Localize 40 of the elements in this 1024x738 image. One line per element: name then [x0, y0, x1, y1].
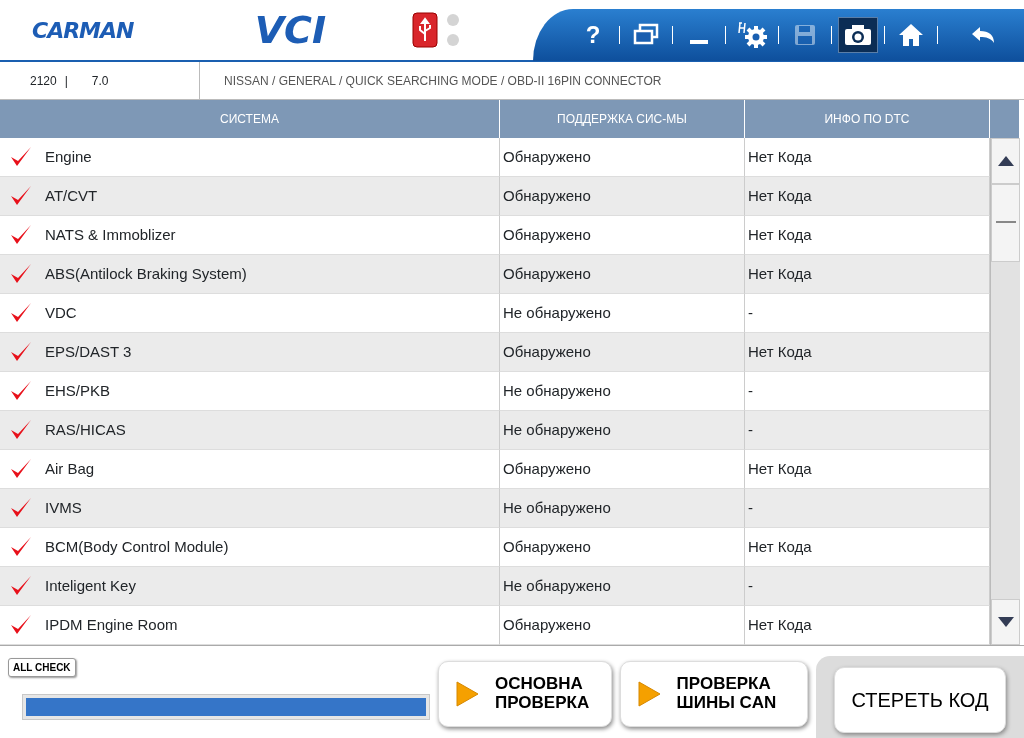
column-header: СИСТЕМА	[0, 100, 500, 138]
table-cell: Нет Кода	[745, 177, 990, 216]
column-header: ПОДДЕРЖКА СИС-МЫ	[500, 100, 745, 138]
table-cell: Не обнаружено	[500, 411, 745, 450]
all-check-button[interactable]: ALL CHECK	[8, 658, 76, 677]
system-name: EPS/DAST 3	[45, 341, 132, 362]
table-cell: Обнаружено	[500, 606, 745, 645]
logo: CARMAN	[32, 17, 135, 43]
system-name: EHS/PKB	[45, 380, 111, 401]
action-button[interactable]: ПРОВЕРКА ШИНЫ CAN	[619, 661, 808, 727]
table-cell: -	[745, 489, 990, 528]
table-cell: -	[745, 411, 990, 450]
separator-text: |	[64, 72, 68, 90]
table-cell: Обнаружено	[500, 255, 745, 294]
system-name: RAS/HICAS	[45, 419, 126, 440]
system-name: Inteligent Key	[45, 575, 136, 596]
system-name: IVMS	[45, 497, 82, 518]
table-cell: Нет Кода	[745, 333, 990, 372]
product-title: VCI	[254, 8, 328, 52]
table-cell: Не обнаружено	[500, 489, 745, 528]
breadcrumb-path: NISSAN / GENERAL / QUICK SEARCHING MODE / OBD-II 16PIN CONNECTOR	[223, 72, 662, 90]
system-name: VDC	[45, 302, 77, 323]
system-name: Engine	[45, 146, 92, 167]
code-label: 2120	[30, 72, 57, 90]
action-button[interactable]: ОСНОВНА ПРОВЕРКА	[438, 661, 612, 727]
table-cell: -	[745, 567, 990, 606]
table-cell: Нет Кода	[745, 255, 990, 294]
help-button[interactable]: ?	[573, 17, 613, 53]
system-name: ABS(Antilock Braking System)	[45, 263, 247, 284]
column-header: ИНФО ПО DTC	[745, 100, 990, 138]
system-name: AT/CVT	[45, 185, 98, 206]
table-cell: Не обнаружено	[500, 567, 745, 606]
system-name: IPDM Engine Room	[45, 614, 178, 635]
system-name: BCM(Body Control Module)	[45, 536, 229, 557]
system-name: Air Bag	[45, 458, 95, 479]
table-cell: Обнаружено	[500, 177, 745, 216]
table-cell: Обнаружено	[500, 333, 745, 372]
action-button[interactable]: СТЕРЕТЬ КОД	[834, 666, 1006, 733]
system-name: NATS & Immoblizer	[45, 224, 176, 245]
version-label: 7.0	[91, 72, 109, 90]
